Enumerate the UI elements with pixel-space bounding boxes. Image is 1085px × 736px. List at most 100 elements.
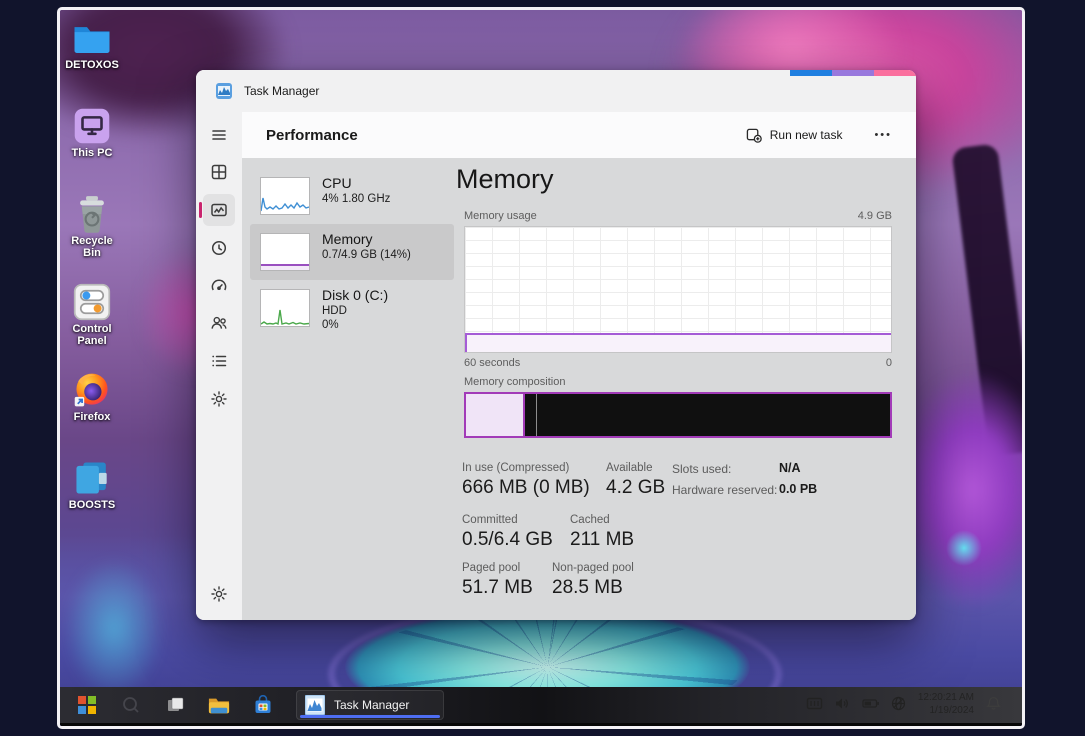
active-app-indicator	[300, 715, 440, 718]
sidebar-item-services[interactable]	[203, 383, 235, 415]
taskbar-item-task-manager[interactable]: Task Manager	[296, 690, 444, 720]
network-globe-icon[interactable]	[890, 695, 908, 713]
taskbar-clock[interactable]: 12:20:21 AM 1/19/2024	[918, 691, 974, 717]
stat-label: Available	[606, 462, 652, 474]
stage: DETOXOS This PC Recycle Bin Control Pane…	[0, 0, 1085, 736]
window-title: Task Manager	[244, 84, 319, 98]
run-new-task-icon	[746, 127, 762, 143]
task-manager-window: Task Manager	[196, 70, 916, 620]
hamburger-menu-button[interactable]	[203, 119, 235, 151]
folder-box-icon	[71, 458, 113, 498]
notifications-bell-icon[interactable]	[984, 695, 1002, 713]
startup-apps-icon	[210, 277, 228, 295]
store-icon	[253, 695, 273, 715]
stat-value: 211 MB	[570, 529, 634, 551]
stat-value: 28.5 MB	[552, 577, 623, 599]
memory-sparkline	[260, 233, 310, 271]
task-manager-taskbar-icon	[305, 695, 325, 715]
accent-pink	[874, 70, 916, 76]
monitor-screen: DETOXOS This PC Recycle Bin Control Pane…	[57, 7, 1025, 729]
search-button[interactable]	[114, 690, 148, 720]
touch-keyboard-icon[interactable]	[806, 695, 824, 713]
users-icon	[210, 314, 228, 332]
desktop-icon-this-pc[interactable]: This PC	[63, 101, 121, 189]
desktop-icon-recycle-bin[interactable]: Recycle Bin	[63, 189, 121, 277]
file-explorer-button[interactable]	[202, 690, 236, 720]
wallpaper-glow-left	[64, 558, 164, 698]
taskbar-item-label: Task Manager	[334, 698, 409, 712]
desktop-icon-boosts[interactable]: BOOSTS	[63, 453, 121, 541]
app-history-icon	[210, 239, 228, 257]
perf-item-sub: 4% 1.80 GHz	[322, 193, 390, 205]
accent-purple	[832, 70, 874, 76]
disk-sparkline	[260, 289, 310, 327]
battery-icon[interactable]	[862, 695, 880, 713]
composition-divider	[536, 394, 537, 436]
sidebar-item-users[interactable]	[203, 307, 235, 339]
this-pc-icon	[71, 106, 113, 146]
sidebar-item-details[interactable]	[203, 345, 235, 377]
perf-item-memory[interactable]: Memory 0.7/4.9 GB (14%)	[250, 224, 454, 280]
performance-content: CPU 4% 1.80 GHz Memory 0.7/4.9 GB (14%)	[242, 158, 916, 620]
microsoft-store-button[interactable]	[246, 690, 280, 720]
desktop-icon-column: DETOXOS This PC Recycle Bin Control Pane…	[63, 13, 121, 541]
run-new-task-button[interactable]: Run new task	[736, 120, 853, 150]
run-new-task-label: Run new task	[770, 128, 843, 142]
perf-item-disk[interactable]: Disk 0 (C:) HDD 0%	[250, 280, 454, 350]
window-titlebar[interactable]: Task Manager	[196, 70, 916, 112]
stat-value: 0.5/6.4 GB	[462, 529, 553, 551]
tm-sidebar	[196, 112, 242, 620]
axis-left-label: 60 seconds	[464, 357, 520, 369]
side-stat-label: Hardware reserved:	[672, 483, 777, 497]
more-options-button[interactable]: •••	[866, 123, 900, 147]
desktop-icon-control-panel[interactable]: Control Panel	[63, 277, 121, 365]
task-view-button[interactable]	[158, 690, 192, 720]
windows-logo-icon	[78, 696, 96, 714]
processes-icon	[210, 163, 228, 181]
sidebar-item-settings[interactable]	[203, 578, 235, 610]
perf-item-sub: HDD	[322, 305, 388, 317]
file-explorer-icon	[208, 695, 230, 715]
taskbar: Task Manager 12:20:21 AM 1/19/2	[60, 687, 1022, 726]
page-title: Performance	[266, 127, 358, 144]
recycle-bin-icon	[71, 194, 113, 234]
desktop-icon-label: Recycle Bin	[63, 235, 121, 260]
perf-item-title: CPU	[322, 175, 390, 191]
sidebar-item-startup-apps[interactable]	[203, 270, 235, 302]
hamburger-icon	[210, 126, 228, 144]
composition-in-use-segment	[466, 394, 525, 436]
search-icon	[121, 695, 141, 715]
memory-usage-fill	[465, 333, 891, 353]
start-button[interactable]	[70, 690, 104, 720]
axis-right-label: 0	[886, 357, 892, 369]
selection-accent-bar	[199, 202, 202, 218]
perf-item-title: Memory	[322, 231, 411, 247]
perf-item-title: Disk 0 (C:)	[322, 287, 388, 303]
memory-panel-title: Memory	[456, 164, 554, 195]
clock-time: 12:20:21 AM	[918, 691, 974, 704]
desktop-icon-firefox[interactable]: Firefox	[63, 365, 121, 453]
settings-gear-icon	[210, 585, 228, 603]
memory-usage-graph	[464, 226, 892, 353]
perf-item-cpu[interactable]: CPU 4% 1.80 GHz	[250, 168, 454, 224]
sidebar-item-processes[interactable]	[203, 156, 235, 188]
accent-blue	[790, 70, 832, 76]
stat-label: Cached	[570, 514, 610, 526]
sidebar-item-performance[interactable]	[203, 194, 235, 226]
system-tray: 12:20:21 AM 1/19/2024	[806, 687, 1002, 720]
sidebar-item-app-history[interactable]	[203, 232, 235, 264]
memory-graph-axis: 60 seconds 0	[464, 357, 892, 369]
perf-item-sub: 0.7/4.9 GB (14%)	[322, 249, 411, 261]
window-accent-strip	[790, 70, 916, 76]
desktop-icon-detoxos[interactable]: DETOXOS	[63, 13, 121, 101]
desktop-icon-label: DETOXOS	[65, 59, 119, 71]
desktop-icon-label: BOOSTS	[69, 499, 115, 511]
stat-label: Paged pool	[462, 562, 520, 574]
services-icon	[210, 390, 228, 408]
performance-icon	[210, 201, 228, 219]
volume-icon[interactable]	[834, 695, 852, 713]
stat-value: 51.7 MB	[462, 577, 533, 599]
stat-label: Committed	[462, 514, 518, 526]
wallpaper-trunk	[951, 143, 1025, 456]
stat-value: 666 MB (0 MB)	[462, 477, 590, 499]
